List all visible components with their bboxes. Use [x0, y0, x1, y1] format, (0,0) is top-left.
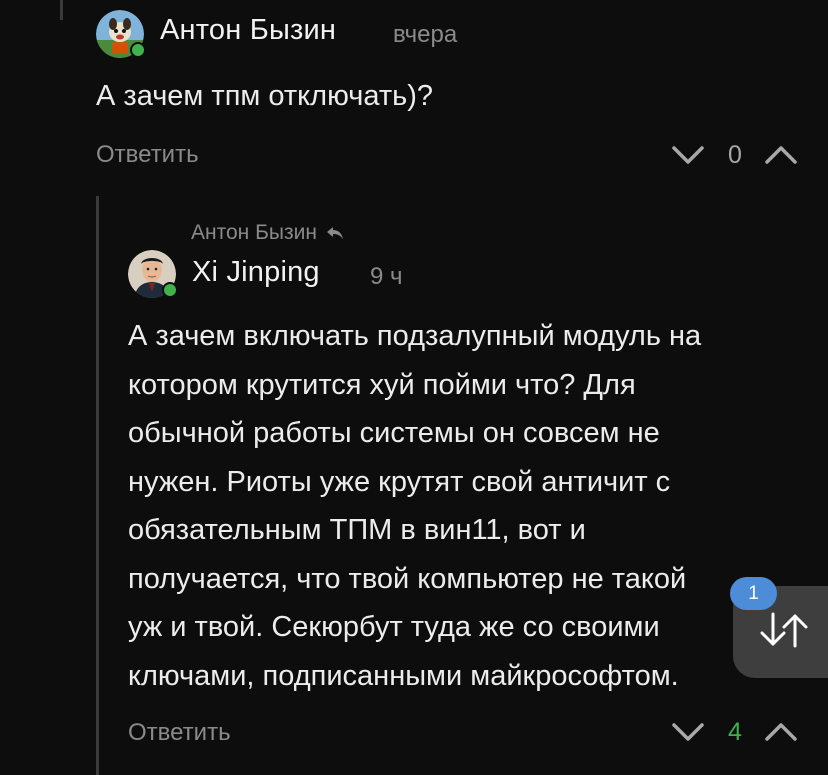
comment-1-time: вчера — [393, 21, 458, 48]
comment-2-text: А зачем включать подзалупный модуль на к… — [128, 312, 798, 700]
unread-count-badge: 1 — [730, 577, 777, 610]
comment-2-reply-button[interactable]: Ответить — [128, 719, 231, 747]
comment-1-text: А зачем тпм отключать)? — [96, 80, 433, 112]
online-status-dot — [130, 42, 146, 58]
parent-author-name: Антон Бызин — [191, 221, 317, 244]
comment-2-rating: 4 — [728, 718, 742, 746]
online-status-dot — [162, 282, 178, 298]
comment-2-avatar[interactable] — [128, 250, 178, 298]
comment-2-text-line: обязательным ТПМ в вин11, вот и — [128, 514, 586, 546]
comment-2-author[interactable]: Xi Jinping — [192, 256, 320, 289]
comment-1-rating: 0 — [728, 141, 742, 169]
thread-line — [60, 0, 63, 20]
comment-2-text-line: А зачем включать подзалупный модуль на — [128, 320, 702, 352]
comment-2-text-line: нужен. Риоты уже крутят свой античит с — [128, 465, 671, 498]
comment-1-author[interactable]: Антон Бызин — [160, 14, 336, 47]
comment-2-text-line: котором крутится хуй пойми что? Для — [128, 368, 636, 401]
parent-author-link[interactable]: Антон Бызин — [191, 221, 345, 245]
comment-2-text-line: обычной работы системы он совсем не — [128, 417, 660, 449]
upvote-chevron-icon[interactable] — [764, 144, 798, 166]
reply-thread-line[interactable] — [96, 196, 99, 775]
upvote-chevron-icon[interactable] — [764, 721, 798, 743]
comment-1-reply-button[interactable]: Ответить — [96, 141, 199, 169]
comment-1-avatar[interactable] — [96, 10, 146, 58]
comment-2-time: 9 ч — [370, 263, 403, 290]
downvote-chevron-icon[interactable] — [671, 144, 705, 166]
sort-arrows-icon — [760, 612, 808, 648]
comment-2-text-line: уж и твой. Секюрбут туда же со своими — [128, 611, 660, 643]
comment-2-text-line: получается, что твой компьютер не такой — [128, 562, 687, 595]
downvote-chevron-icon[interactable] — [671, 721, 705, 743]
reply-arrow-icon — [326, 227, 343, 239]
comment-2-text-line: ключами, подписанными майкрософтом. — [128, 659, 679, 692]
